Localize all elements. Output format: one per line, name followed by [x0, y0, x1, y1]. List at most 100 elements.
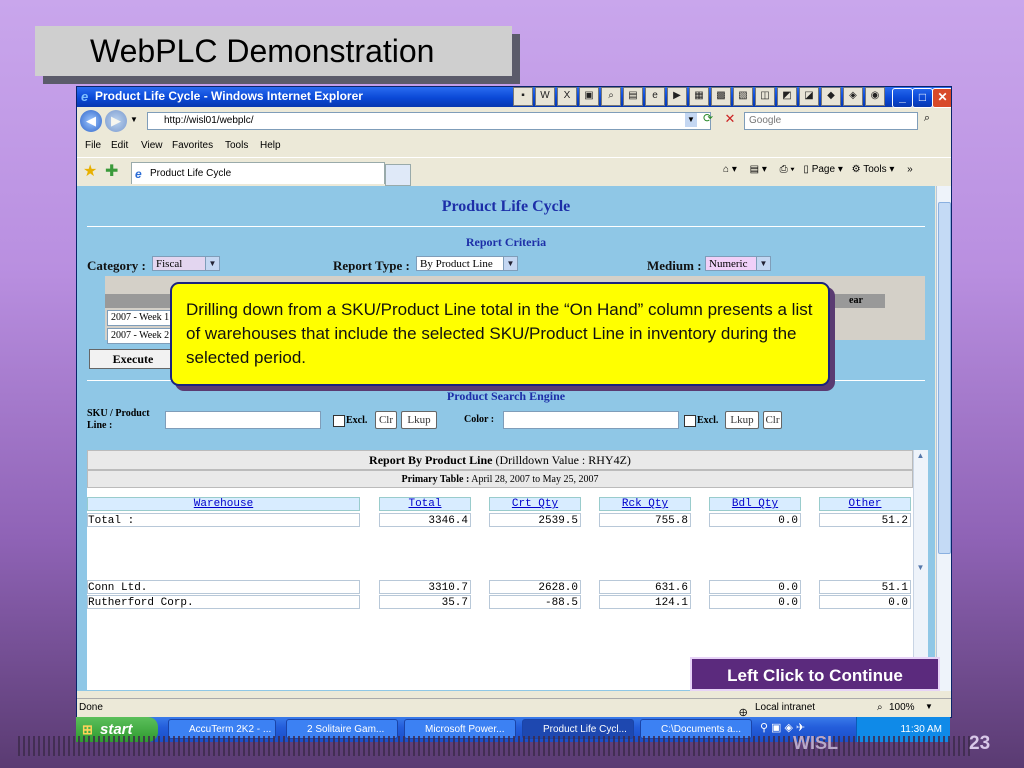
favorites-star-icon[interactable]: ★	[83, 161, 97, 181]
report-scrollbar[interactable]: ▲ ▼	[913, 450, 928, 690]
table-row-cell[interactable]: 124.1	[599, 595, 691, 609]
toolbar-app-icon[interactable]: W	[535, 87, 555, 106]
minimize-button[interactable]: _	[892, 88, 913, 108]
menu-help[interactable]: Help	[260, 140, 281, 151]
toolbar-app-icon[interactable]: ◩	[777, 87, 797, 106]
col-header-bdl-qty[interactable]: Bdl Qty	[709, 497, 801, 511]
col-header-other[interactable]: Other	[819, 497, 911, 511]
col-header-warehouse[interactable]: Warehouse	[87, 497, 360, 511]
table-row-cell[interactable]: 3310.7	[379, 580, 471, 594]
tab-product-life-cycle[interactable]: e Product Life Cycle	[131, 162, 385, 184]
color-excl-checkbox[interactable]	[684, 415, 696, 427]
toolbar-app-icon[interactable]: ▩	[711, 87, 731, 106]
toolbar-app-icon[interactable]: ▣	[579, 87, 599, 106]
chevron-more-icon[interactable]: »	[907, 164, 913, 175]
toolbar-app-icon[interactable]: ▦	[689, 87, 709, 106]
total-row-cell[interactable]: 51.2	[819, 513, 911, 527]
feeds-icon[interactable]: ▤ ▾	[750, 164, 767, 175]
execute-button[interactable]: Execute	[89, 349, 177, 369]
toolbar-app-icon[interactable]: ◫	[755, 87, 775, 106]
window-title: Product Life Cycle - Windows Internet Ex…	[95, 89, 363, 103]
zoom-level[interactable]: 100%	[889, 702, 915, 713]
tools-menu[interactable]: ⚙ Tools ▾	[852, 164, 895, 175]
table-row-cell[interactable]: 0.0	[709, 595, 801, 609]
tab-label: Product Life Cycle	[150, 168, 232, 179]
table-row-cell[interactable]: 631.6	[599, 580, 691, 594]
report-type-select[interactable]: By Product Line ▼	[416, 256, 518, 271]
table-row-cell[interactable]: 51.1	[819, 580, 911, 594]
close-button[interactable]: ✕	[932, 88, 951, 108]
zoom-dropdown-icon[interactable]: ▼	[925, 702, 933, 711]
col-header-crt-qty[interactable]: Crt Qty	[489, 497, 581, 511]
col-header-rck-qty[interactable]: Rck Qty	[599, 497, 691, 511]
total-row-cell[interactable]: 2539.5	[489, 513, 581, 527]
color-clear-button[interactable]: Clr	[763, 411, 782, 429]
forward-icon[interactable]: ▶	[105, 110, 127, 132]
total-row-cell[interactable]: 755.8	[599, 513, 691, 527]
search-icon[interactable]: ⌕	[917, 112, 937, 128]
report-drilldown: (Drilldown Value : RHY4Z)	[495, 453, 631, 467]
col-header-total[interactable]: Total	[379, 497, 471, 511]
table-row-cell[interactable]: 35.7	[379, 595, 471, 609]
medium-select[interactable]: Numeric ▼	[705, 256, 771, 271]
menu-file[interactable]: File	[85, 140, 101, 151]
report-type-label: Report Type :	[333, 258, 410, 273]
menu-edit[interactable]: Edit	[111, 140, 128, 151]
report-type-value: By Product Line	[420, 258, 493, 270]
browser-window: e Product Life Cycle - Windows Internet …	[76, 86, 952, 718]
criteria-heading: Report Criteria	[465, 235, 547, 249]
clock[interactable]: 11:30 AM	[900, 724, 942, 735]
new-tab-button[interactable]	[385, 164, 411, 186]
toolbar-app-icon[interactable]: ▪	[513, 87, 533, 106]
toolbar-app-icon[interactable]: ◉	[865, 87, 885, 106]
toolbar-app-icon[interactable]: ▧	[733, 87, 753, 106]
table-row-cell[interactable]: 0.0	[819, 595, 911, 609]
callout-box: Drilling down from a SKU/Product Line to…	[170, 282, 830, 386]
toolbar-app-icon[interactable]: ▶	[667, 87, 687, 106]
history-dropdown-icon[interactable]: ▼	[130, 115, 138, 124]
back-icon[interactable]: ◀	[80, 110, 102, 132]
category-select[interactable]: Fiscal ▼	[152, 256, 220, 271]
total-row-cell[interactable]: 3346.4	[379, 513, 471, 527]
toolbar-app-icon[interactable]: ⌕	[601, 87, 621, 106]
sku-lookup-button[interactable]: Lkup	[401, 411, 437, 429]
table-row-cell[interactable]: 2628.0	[489, 580, 581, 594]
table-row-cell[interactable]: 0.0	[709, 580, 801, 594]
menu-tools[interactable]: Tools	[225, 140, 248, 151]
menu-favorites[interactable]: Favorites	[172, 140, 213, 151]
toolbar-app-icon[interactable]: e	[645, 87, 665, 106]
home-icon[interactable]: ⌂ ▾	[723, 164, 737, 175]
toolbar-app-icon[interactable]: ◈	[843, 87, 863, 106]
url-input[interactable]: http://wisl01/webplc/	[147, 112, 711, 130]
scroll-down-icon[interactable]: ▼	[915, 563, 926, 575]
page-menu[interactable]: ▯ Page ▾	[803, 164, 842, 175]
search-heading: Product Search Engine	[446, 389, 566, 403]
sku-clear-button[interactable]: Clr	[375, 411, 397, 429]
sku-excl-checkbox[interactable]	[333, 415, 345, 427]
scroll-up-icon[interactable]: ▲	[915, 451, 926, 463]
menu-view[interactable]: View	[141, 140, 163, 151]
color-lookup-button[interactable]: Lkup	[725, 411, 759, 429]
search-input[interactable]: Google	[744, 112, 918, 130]
table-row-cell[interactable]: -88.5	[489, 595, 581, 609]
toolbar-app-icon[interactable]: X	[557, 87, 577, 106]
color-input[interactable]	[503, 411, 679, 429]
stop-icon[interactable]: ✕	[721, 111, 739, 129]
window-titlebar[interactable]: e Product Life Cycle - Windows Internet …	[77, 87, 951, 108]
toolbar-app-icon[interactable]: ◪	[799, 87, 819, 106]
page-title: Product Life Cycle	[441, 198, 571, 215]
favorites-bar: ★ ✚ e Product Life Cycle ⌂ ▾ ▤ ▾ ⎙ ▾ ▯ P…	[77, 157, 951, 186]
print-icon[interactable]: ⎙ ▾	[780, 164, 795, 175]
scroll-thumb[interactable]	[938, 202, 951, 554]
page-scrollbar[interactable]	[936, 186, 951, 691]
slide-title: WebPLC Demonstration	[35, 26, 512, 76]
add-favorite-icon[interactable]: ✚	[105, 161, 118, 181]
total-row-cell[interactable]: 0.0	[709, 513, 801, 527]
toolbar-app-icon[interactable]: ▤	[623, 87, 643, 106]
refresh-icon[interactable]: ⟳	[699, 111, 717, 129]
maximize-button[interactable]: □	[912, 88, 933, 108]
continue-button[interactable]: Left Click to Continue	[690, 657, 940, 691]
toolbar-app-icon[interactable]: ◆	[821, 87, 841, 106]
sku-input[interactable]	[165, 411, 321, 429]
url-dropdown-icon[interactable]: ▼	[685, 113, 697, 127]
